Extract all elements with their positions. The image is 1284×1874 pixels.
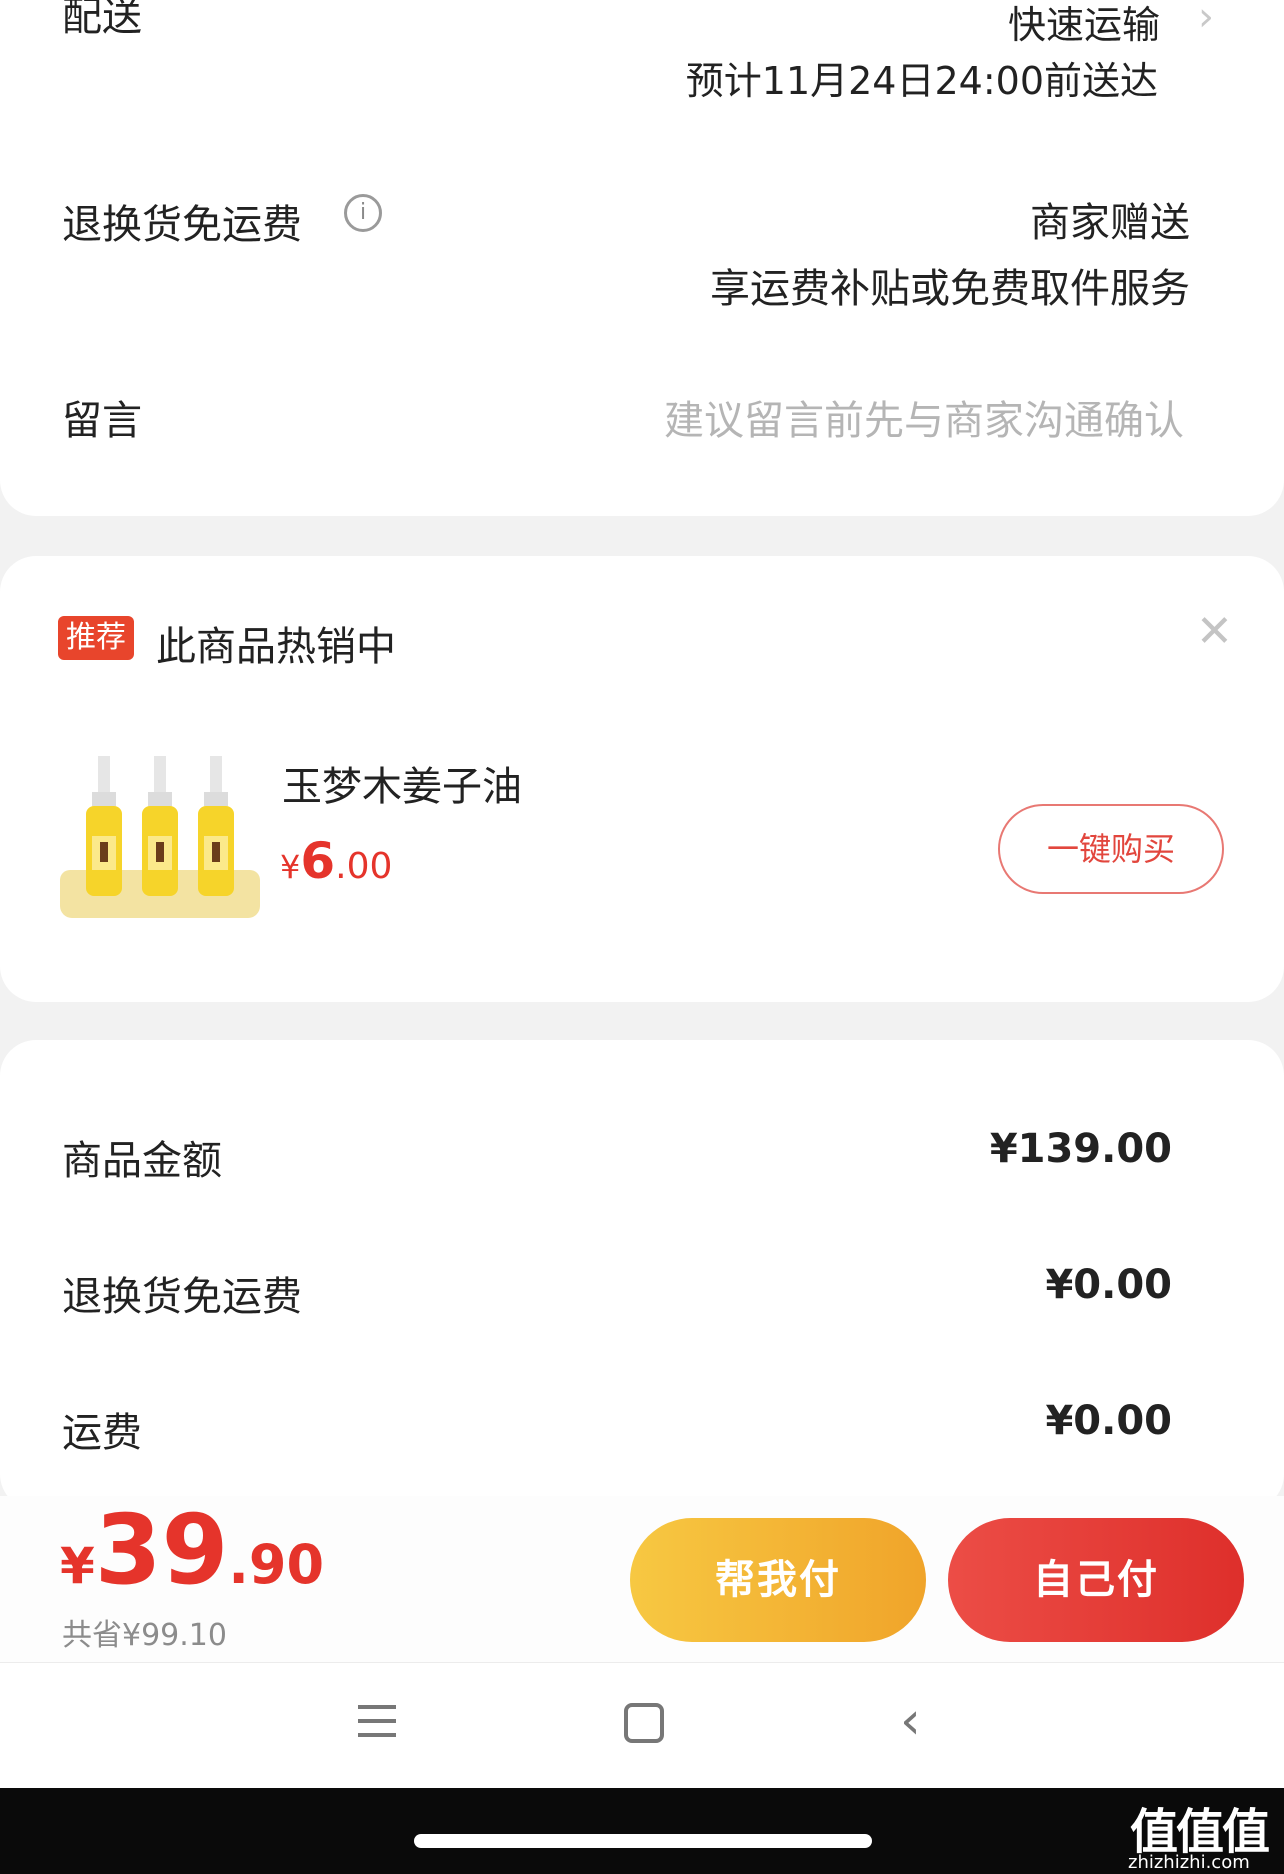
summary-value-shipping: ¥0.00	[1045, 1398, 1172, 1444]
return-shipping-value: 商家赠送	[1030, 200, 1190, 246]
watermark-url: zhizhizhi.com	[1128, 1852, 1250, 1873]
summary-value-return: ¥0.00	[1045, 1262, 1172, 1308]
product-price: ¥6.00	[280, 832, 392, 890]
total-dec: .90	[228, 1533, 325, 1596]
total-int: 39	[94, 1494, 229, 1606]
menu-icon[interactable]	[358, 1705, 396, 1737]
self-pay-button[interactable]: 自己付	[948, 1518, 1244, 1642]
summary-label-goods: 商品金额	[62, 1138, 222, 1184]
total-price: ¥39.90	[60, 1500, 324, 1600]
price-symbol: ¥	[280, 848, 301, 886]
recommend-title: 此商品热销中	[156, 624, 396, 670]
close-icon[interactable]: ✕	[1196, 606, 1233, 657]
gesture-bar: 值值值 zhizhizhi.com	[0, 1788, 1284, 1874]
summary-value-goods: ¥139.00	[989, 1126, 1172, 1172]
system-nav-bar: ‹	[0, 1662, 1284, 1789]
delivery-eta: 预计11月24日24:00前送达	[685, 59, 1158, 103]
home-indicator[interactable]	[414, 1834, 872, 1848]
pay-bar: ¥39.90 共省¥99.10 帮我付 自己付	[0, 1496, 1284, 1662]
product-thumbnail[interactable]	[60, 748, 260, 918]
home-icon[interactable]	[624, 1703, 664, 1743]
return-shipping-label: 退换货免运费	[62, 202, 302, 248]
saved-amount: 共省¥99.10	[62, 1618, 227, 1653]
back-icon[interactable]: ‹	[900, 1695, 921, 1747]
return-shipping-sub: 享运费补贴或免费取件服务	[710, 266, 1190, 312]
chevron-right-icon[interactable]: ›	[1198, 0, 1214, 40]
recommend-card: 推荐 此商品热销中 ✕ 玉梦木姜子油 ¥6.00 一键购买	[0, 556, 1284, 1002]
info-icon[interactable]: i	[344, 194, 382, 232]
summary-label-shipping: 运费	[62, 1410, 142, 1456]
order-info-card: 配送 快速运输 › 预计11月24日24:00前送达 退换货免运费 i 商家赠送…	[0, 0, 1284, 516]
one-click-buy-button[interactable]: 一键购买	[998, 804, 1224, 894]
delivery-label: 配送	[62, 0, 142, 40]
price-dec: .00	[335, 846, 393, 887]
price-int: 6	[300, 832, 336, 890]
product-name[interactable]: 玉梦木姜子油	[282, 754, 522, 812]
delivery-method[interactable]: 快速运输	[1008, 0, 1160, 49]
message-input[interactable]: 建议留言前先与商家沟通确认	[664, 388, 1184, 446]
total-symbol: ¥	[60, 1537, 95, 1595]
message-label: 留言	[62, 398, 142, 444]
help-pay-button[interactable]: 帮我付	[630, 1518, 926, 1642]
summary-label-return: 退换货免运费	[62, 1274, 302, 1320]
price-summary-card: 商品金额 ¥139.00 退换货免运费 ¥0.00 运费 ¥0.00	[0, 1040, 1284, 1510]
recommend-tag: 推荐	[58, 616, 134, 660]
